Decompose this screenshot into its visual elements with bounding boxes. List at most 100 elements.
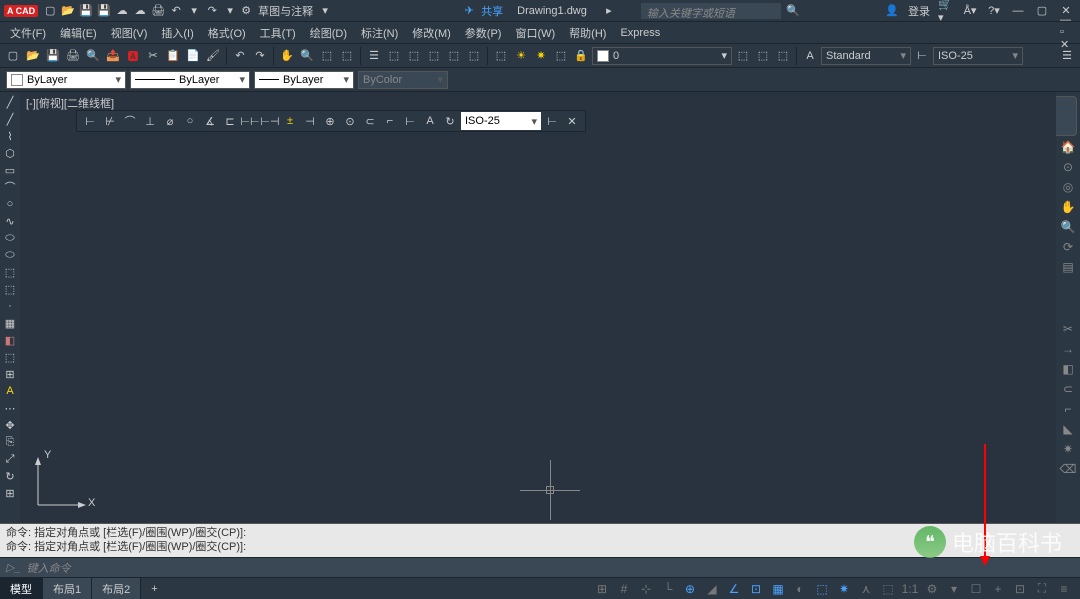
chamfer-icon[interactable]: ◣ [1059,420,1077,438]
osnap-icon[interactable]: ∠ [724,580,744,598]
gradient-icon[interactable]: ◧ [2,332,18,348]
gear-icon[interactable]: ⚙ [922,580,942,598]
pan-icon[interactable]: ✋ [1059,198,1077,216]
layer-icon[interactable]: ⬚ [492,47,510,65]
add-layout-button[interactable]: + [141,581,167,597]
layer-lock-icon[interactable]: 🔒 [572,47,590,65]
tolerance-icon[interactable]: ⊕ [321,112,339,130]
help-icon[interactable]: ?▾ [986,3,1002,19]
spline-icon[interactable]: ∿ [2,213,18,229]
workspace-label[interactable]: 草图与注释 [258,3,313,19]
hw-accel-icon[interactable]: ⊡ [1010,580,1030,598]
menu-help[interactable]: 帮助(H) [563,23,612,43]
zoom-win-icon[interactable]: ⬚ [318,47,336,65]
scale-label[interactable]: 1:1 [900,580,920,598]
dyn-ucs-icon[interactable]: ⋏ [856,580,876,598]
maximize-icon[interactable]: ▢ [1034,3,1050,19]
tab-layout2[interactable]: 布局2 [92,578,141,599]
dim-cont-icon[interactable]: ⊢⊣ [261,112,279,130]
text-style-icon[interactable]: A [801,47,819,65]
linetype-dropdown[interactable]: ByLayer ▾ [130,71,250,89]
rotate-icon[interactable]: ↻ [2,468,18,484]
minimize-icon[interactable]: — [1010,3,1026,19]
menu-tools[interactable]: 工具(T) [254,23,302,43]
otrack-icon[interactable]: ⊡ [746,580,766,598]
props-icon[interactable]: ☰ [365,47,383,65]
gizmo-icon[interactable]: ✷ [834,580,854,598]
hatch-icon[interactable]: ▦ [2,315,18,331]
dim-style-icon[interactable]: ⊢ [913,47,931,65]
selection-cycling-icon[interactable]: ⬚ [878,580,898,598]
drawing-viewport[interactable]: [-][俯视][二维线框] ⊢ ⊬ ⌒ ⊥ ⌀ ○ ∡ ⊏ ⊢⊢ ⊢⊣ ± ⊣ … [20,92,1056,523]
print-icon[interactable]: 🖨 [64,47,82,65]
undo-icon[interactable]: ↶ [168,3,184,19]
chevron-down-icon[interactable]: ▾ [222,3,238,19]
center-icon[interactable]: ⊙ [341,112,359,130]
menu-param[interactable]: 参数(P) [459,23,508,43]
command-input[interactable]: ▷_ 键入命令 [0,557,1080,577]
trim-icon[interactable]: ✂ [1059,320,1077,338]
layer-match-icon[interactable]: ⬚ [754,47,772,65]
ellipse-arc-icon[interactable]: ⬭ [2,247,18,263]
print-icon[interactable]: 🖨 [150,3,166,19]
lwt-icon[interactable]: ▦ [768,580,788,598]
dim-ord-icon[interactable]: ⊥ [141,112,159,130]
ellipse-icon[interactable]: ⬭ [2,230,18,246]
tab-model[interactable]: 模型 [0,578,43,599]
zoom-prev-icon[interactable]: ⬚ [338,47,356,65]
move-icon[interactable]: ✥ [2,417,18,433]
dim-tedit-icon[interactable]: A [421,112,439,130]
compass-icon[interactable]: ⊙ [1059,158,1077,176]
polar-icon[interactable]: ⊕ [680,580,700,598]
save-icon[interactable]: 💾 [44,47,62,65]
block-icon[interactable]: ⬚ [2,281,18,297]
ortho-icon[interactable]: └ [658,580,678,598]
open-icon[interactable]: 📂 [24,47,42,65]
arc-icon[interactable]: ⌒ [2,179,18,195]
dim-update-icon[interactable]: ↻ [441,112,459,130]
calc-icon[interactable]: ⬚ [465,47,483,65]
iso-icon[interactable]: ◢ [702,580,722,598]
plotstyle-dropdown[interactable]: ByColor ▾ [358,71,448,89]
redo-icon[interactable]: ↷ [204,3,220,19]
layer-freeze-icon[interactable]: ⬚ [552,47,570,65]
offset-icon[interactable]: ⊂ [1059,380,1077,398]
mtext-icon[interactable]: A [2,383,18,399]
menu-window[interactable]: 窗口(W) [509,23,561,43]
sheet-icon[interactable]: ⬚ [425,47,443,65]
login-label[interactable]: 登录 [908,3,930,19]
viewport-label[interactable]: [-][俯视][二维线框] [26,95,114,111]
pan-icon[interactable]: ✋ [278,47,296,65]
save-icon[interactable]: 💾 [78,3,94,19]
saveweb-icon[interactable]: ☁ [132,3,148,19]
markup-icon[interactable]: ⬚ [445,47,463,65]
copy-icon[interactable]: 📋 [164,47,182,65]
dimstyle-ribbon-dropdown[interactable]: ISO-25 ▾ [461,112,541,130]
layer-iso-icon[interactable]: ⬚ [774,47,792,65]
autodesk-icon[interactable]: Å▾ [962,3,978,19]
new-icon[interactable]: ▢ [4,47,22,65]
textstyle-dropdown[interactable]: Standard ▾ [821,47,911,65]
color-dropdown[interactable]: ByLayer ▾ [6,71,126,89]
search-icon[interactable]: 🔍 [785,3,801,19]
dim-edit-icon[interactable]: ⊢ [401,112,419,130]
erase-icon[interactable]: ⌫ [1059,460,1077,478]
customize-icon[interactable]: ≡ [1054,580,1074,598]
open-icon[interactable]: 📂 [60,3,76,19]
dim-break-icon[interactable]: ⊣ [301,112,319,130]
menu-modify[interactable]: 修改(M) [406,23,457,43]
jog-icon[interactable]: ⌐ [381,112,399,130]
cut-icon[interactable]: ✂ [144,47,162,65]
dim-arc-icon[interactable]: ⌒ [121,112,139,130]
new-icon[interactable]: ▢ [42,3,58,19]
grid-icon[interactable]: # [614,580,634,598]
share-icon[interactable]: ✈ [461,3,477,19]
showmotion-icon[interactable]: ▤ [1059,258,1077,276]
menubar-min-icon[interactable]: — ▫ ✕ [1060,25,1076,41]
mirror-icon[interactable]: ◧ [1059,360,1077,378]
tab-layout1[interactable]: 布局1 [43,578,92,599]
toolbar-options-icon[interactable]: ☰ [1058,47,1076,65]
layer-dropdown[interactable]: 0 ▾ [592,47,732,65]
dim-ang-icon[interactable]: ∡ [201,112,219,130]
openweb-icon[interactable]: ☁ [114,3,130,19]
